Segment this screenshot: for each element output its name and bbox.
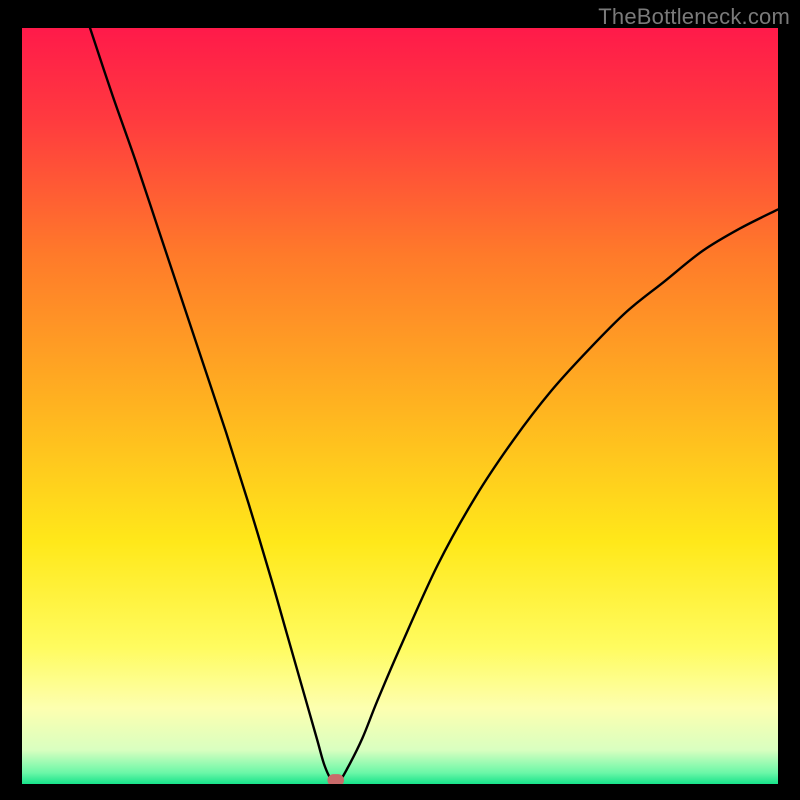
optimal-marker: [327, 774, 344, 784]
watermark-text: TheBottleneck.com: [598, 4, 790, 30]
bottleneck-chart: [22, 28, 778, 784]
plot-container: [22, 28, 778, 784]
chart-frame: TheBottleneck.com: [0, 0, 800, 800]
gradient-background: [22, 28, 778, 784]
